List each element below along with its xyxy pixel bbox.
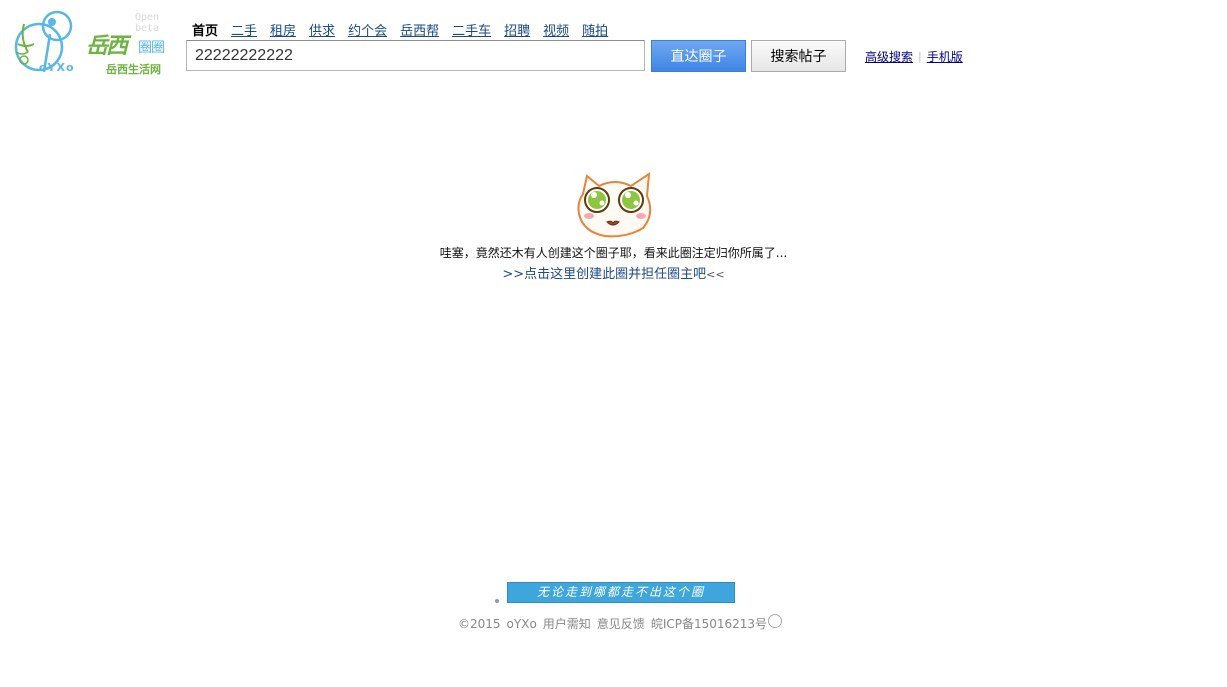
create-link-tail: <<	[706, 268, 725, 281]
footer-brand-link[interactable]: oYXo	[507, 617, 537, 631]
nav-item-rent[interactable]: 租房	[270, 20, 296, 39]
link-separator: |	[918, 50, 922, 63]
mobile-version-link[interactable]: 手机版	[927, 48, 963, 65]
cat-mascot-icon	[577, 172, 652, 238]
search-posts-button[interactable]: 搜索帖子	[751, 40, 846, 72]
logo-name: 岳西	[86, 33, 128, 59]
goto-circle-button[interactable]: 直达圈子	[651, 40, 746, 72]
logo-oyxo: oYXo	[39, 61, 75, 74]
footer-bullet	[495, 599, 499, 603]
nav-item-supply[interactable]: 供求	[309, 20, 335, 39]
empty-circle-message: 哇塞，竟然还木有人创建这个圈子耶，看来此圈注定归你所属了...	[439, 246, 788, 260]
icp-link[interactable]: 皖ICP备15016213号	[651, 615, 767, 632]
nav-item-date[interactable]: 约个会	[348, 20, 387, 39]
nav-item-photo[interactable]: 随拍	[582, 20, 608, 39]
nav-item-help[interactable]: 岳西帮	[400, 20, 439, 39]
feedback-link[interactable]: 意见反馈	[597, 615, 645, 632]
footer: ©2015 oYXo 用户需知 意见反馈 皖ICP备15016213号	[458, 613, 788, 632]
terms-link[interactable]: 用户需知	[543, 615, 591, 632]
site-logo[interactable]: Open beta 岳西 圈圈 oYXo 岳西生活网	[14, 4, 179, 76]
logo-quan: 圈圈	[138, 40, 165, 56]
extra-links: 高级搜索 | 手机版	[865, 48, 963, 65]
advanced-search-link[interactable]: 高级搜索	[865, 48, 913, 65]
search-input[interactable]	[186, 40, 645, 71]
nav-item-used-car[interactable]: 二手车	[452, 20, 491, 39]
top-nav: 首页 二手 租房 供求 约个会 岳西帮 二手车 招聘 视频 随拍	[192, 20, 621, 39]
nav-item-secondhand[interactable]: 二手	[231, 20, 257, 39]
copyright-text: ©2015	[458, 616, 501, 631]
logo-subtitle: 岳西生活网	[106, 63, 161, 76]
footer-slogan-banner: 无论走到哪都走不出这个圈	[507, 582, 735, 603]
nav-item-home[interactable]: 首页	[192, 20, 218, 39]
police-badge-icon	[768, 613, 783, 628]
create-circle-link[interactable]: >>点击这里创建此圈并担任圈主吧	[502, 267, 706, 282]
open-beta-label: Open beta	[135, 12, 160, 34]
nav-item-jobs[interactable]: 招聘	[504, 20, 530, 39]
create-circle-prompt: >>点击这里创建此圈并担任圈主吧<<	[0, 263, 1227, 282]
nav-item-video[interactable]: 视频	[543, 20, 569, 39]
